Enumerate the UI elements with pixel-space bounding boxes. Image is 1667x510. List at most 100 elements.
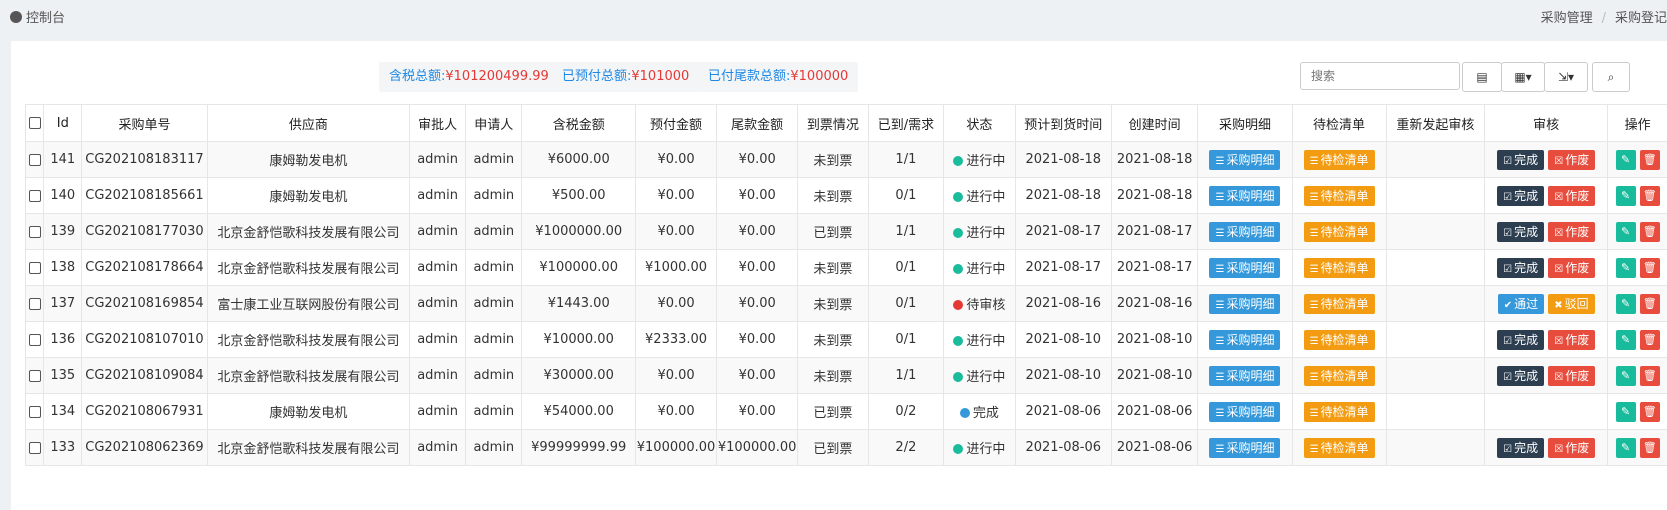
select-all-checkbox[interactable] (28, 117, 41, 129)
refresh-button[interactable]: ⟳ (25, 62, 59, 92)
inspection-list-button[interactable]: ☰ 待检清单 (1303, 221, 1375, 242)
row-checkbox[interactable] (28, 189, 41, 202)
row-delete-button[interactable]: 🗑 (1639, 149, 1660, 170)
purchase-detail-button[interactable]: ☰ 采购明细 (1209, 149, 1281, 170)
row-checkbox[interactable] (28, 405, 41, 418)
row-delete-button[interactable]: 🗑 (1639, 221, 1660, 242)
purchase-detail-button[interactable]: ☰ 采购明细 (1209, 329, 1281, 350)
inspection-list-button[interactable]: ☰ 待检清单 (1303, 437, 1375, 458)
inspection-list-button[interactable]: ☰ 待检清单 (1303, 149, 1375, 170)
row-delete-button[interactable]: 🗑 (1639, 185, 1660, 206)
purchase-detail-button[interactable]: ☰ 采购明细 (1209, 365, 1281, 386)
row-checkbox[interactable] (28, 261, 41, 274)
row-checkbox-cell[interactable] (24, 321, 45, 358)
row-checkbox-cell[interactable] (24, 393, 45, 430)
inspection-list-button[interactable]: ☰ 待检清单 (1303, 365, 1375, 386)
cell-id: 140 (43, 177, 83, 214)
row-checkbox-cell[interactable] (24, 177, 45, 214)
row-checkbox[interactable] (28, 297, 41, 310)
approve-button[interactable]: ✔ 通过 (1497, 293, 1545, 314)
void-button[interactable]: ☒ 作废 (1548, 257, 1596, 278)
columns-button[interactable]: ▦▾ (1501, 62, 1545, 92)
row-edit-button[interactable]: ✎ (1615, 365, 1636, 386)
search-input[interactable] (1300, 62, 1460, 90)
complete-button[interactable]: ☑ 完成 (1497, 221, 1545, 242)
reject-button[interactable]: ✖ 驳回 (1548, 293, 1595, 314)
row-edit-button[interactable]: ✎ (1615, 437, 1636, 458)
toggle-view-button[interactable]: ▤ (1462, 62, 1502, 92)
purchase-detail-button[interactable]: ☰ 采购明细 (1209, 437, 1281, 458)
table-row[interactable]: 137 CG202108169854 富士康工业互联网股份有限公司 admin admi… (24, 285, 1667, 322)
row-edit-button[interactable]: ✎ (1615, 149, 1636, 170)
row-edit-button[interactable]: ✎ (1615, 221, 1636, 242)
table-row[interactable]: 133 CG202108062369 北京金舒恺歌科技发展有限公司 admin admi… (24, 429, 1667, 466)
purchase-detail-button[interactable]: ☰ 采购明细 (1209, 185, 1281, 206)
void-button[interactable]: ☒ 作废 (1548, 365, 1596, 386)
purchase-detail-button[interactable]: ☰ 采购明细 (1209, 257, 1281, 278)
row-delete-button[interactable]: 🗑 (1639, 257, 1660, 278)
row-checkbox-cell[interactable] (24, 249, 45, 286)
cell-resubmit (1385, 249, 1486, 286)
table-row[interactable]: 134 CG202108067931 康姆勒发电机 admin admin ¥54000.… (24, 393, 1667, 430)
row-delete-button[interactable]: 🗑 (1639, 401, 1660, 422)
select-all-checkbox-cell[interactable] (24, 104, 45, 142)
more-button[interactable]: ⚙ 更多 (314, 62, 374, 92)
export-button[interactable]: ⇲▾ (1544, 62, 1588, 92)
purchase-detail-button[interactable]: ☰ 采购明细 (1209, 401, 1281, 422)
search-button[interactable]: ⌕ (1592, 62, 1630, 92)
row-checkbox-cell[interactable] (24, 213, 45, 250)
row-delete-button[interactable]: 🗑 (1639, 365, 1660, 386)
complete-button[interactable]: ☑ 完成 (1497, 257, 1545, 278)
row-edit-button[interactable]: ✎ (1615, 401, 1636, 422)
row-checkbox-cell[interactable] (24, 285, 45, 322)
void-button[interactable]: ☒ 作废 (1548, 185, 1596, 206)
table-row[interactable]: 141 CG202108183117 康姆勒发电机 admin admin ¥6000.0… (24, 141, 1667, 178)
purchase-detail-button[interactable]: ☰ 采购明细 (1209, 293, 1281, 314)
inspection-list-button[interactable]: ☰ 待检清单 (1303, 329, 1375, 350)
void-button[interactable]: ☒ 作废 (1548, 437, 1596, 458)
breadcrumb-item[interactable]: 采购管理 (1541, 11, 1593, 26)
breadcrumb-item[interactable]: 采购登记 (1615, 11, 1667, 26)
complete-button[interactable]: ☑ 完成 (1497, 365, 1545, 386)
table-row[interactable]: 139 CG202108177030 北京金舒恺歌科技发展有限公司 admin admi… (24, 213, 1667, 250)
breadcrumb-home[interactable]: 控制台 (10, 7, 65, 26)
void-button[interactable]: ☒ 作废 (1548, 149, 1596, 170)
row-checkbox[interactable] (28, 225, 41, 238)
row-delete-button[interactable]: 🗑 (1639, 329, 1660, 350)
import-button[interactable]: ⇪ 导入 (250, 62, 311, 92)
complete-button[interactable]: ☑ 完成 (1497, 185, 1545, 206)
row-delete-button[interactable]: 🗑 (1639, 293, 1660, 314)
row-checkbox-cell[interactable] (24, 357, 45, 394)
table-row[interactable]: 135 CG202108109084 北京金舒恺歌科技发展有限公司 admin admi… (24, 357, 1667, 394)
row-edit-button[interactable]: ✎ (1615, 185, 1636, 206)
row-delete-button[interactable]: 🗑 (1639, 437, 1660, 458)
cell-prepaid: ¥0.00 (634, 285, 718, 322)
row-checkbox[interactable] (28, 333, 41, 346)
row-checkbox[interactable] (28, 369, 41, 382)
add-button[interactable]: ✚ 添加 (62, 62, 122, 92)
inspection-list-button[interactable]: ☰ 待检清单 (1303, 293, 1375, 314)
inspection-list-button[interactable]: ☰ 待检清单 (1303, 185, 1375, 206)
inspection-list-button[interactable]: ☰ 待检清单 (1303, 401, 1375, 422)
row-edit-button[interactable]: ✎ (1615, 257, 1636, 278)
row-edit-button[interactable]: ✎ (1615, 293, 1636, 314)
row-checkbox-cell[interactable] (24, 141, 45, 178)
cell-invoice-status: 未到票 (797, 357, 869, 394)
edit-button[interactable]: ✎ 编辑 (125, 62, 185, 92)
table-row[interactable]: 136 CG202108107010 北京金舒恺歌科技发展有限公司 admin admi… (24, 321, 1667, 358)
row-edit-button[interactable]: ✎ (1615, 329, 1636, 350)
delete-button[interactable]: 🗑 删除 (188, 62, 247, 92)
complete-button[interactable]: ☑ 完成 (1497, 149, 1545, 170)
complete-button[interactable]: ☑ 完成 (1497, 437, 1545, 458)
void-button[interactable]: ☒ 作废 (1548, 329, 1596, 350)
close-square-icon: ☒ (1554, 191, 1564, 203)
inspection-list-button[interactable]: ☰ 待检清单 (1303, 257, 1375, 278)
row-checkbox[interactable] (28, 153, 41, 166)
row-checkbox[interactable] (28, 441, 41, 454)
row-checkbox-cell[interactable] (24, 429, 45, 466)
table-row[interactable]: 138 CG202108178664 北京金舒恺歌科技发展有限公司 admin admi… (24, 249, 1667, 286)
table-row[interactable]: 140 CG202108185661 康姆勒发电机 admin admin ¥500.00… (24, 177, 1667, 214)
void-button[interactable]: ☒ 作废 (1548, 221, 1596, 242)
complete-button[interactable]: ☑ 完成 (1497, 329, 1545, 350)
purchase-detail-button[interactable]: ☰ 采购明细 (1209, 221, 1281, 242)
